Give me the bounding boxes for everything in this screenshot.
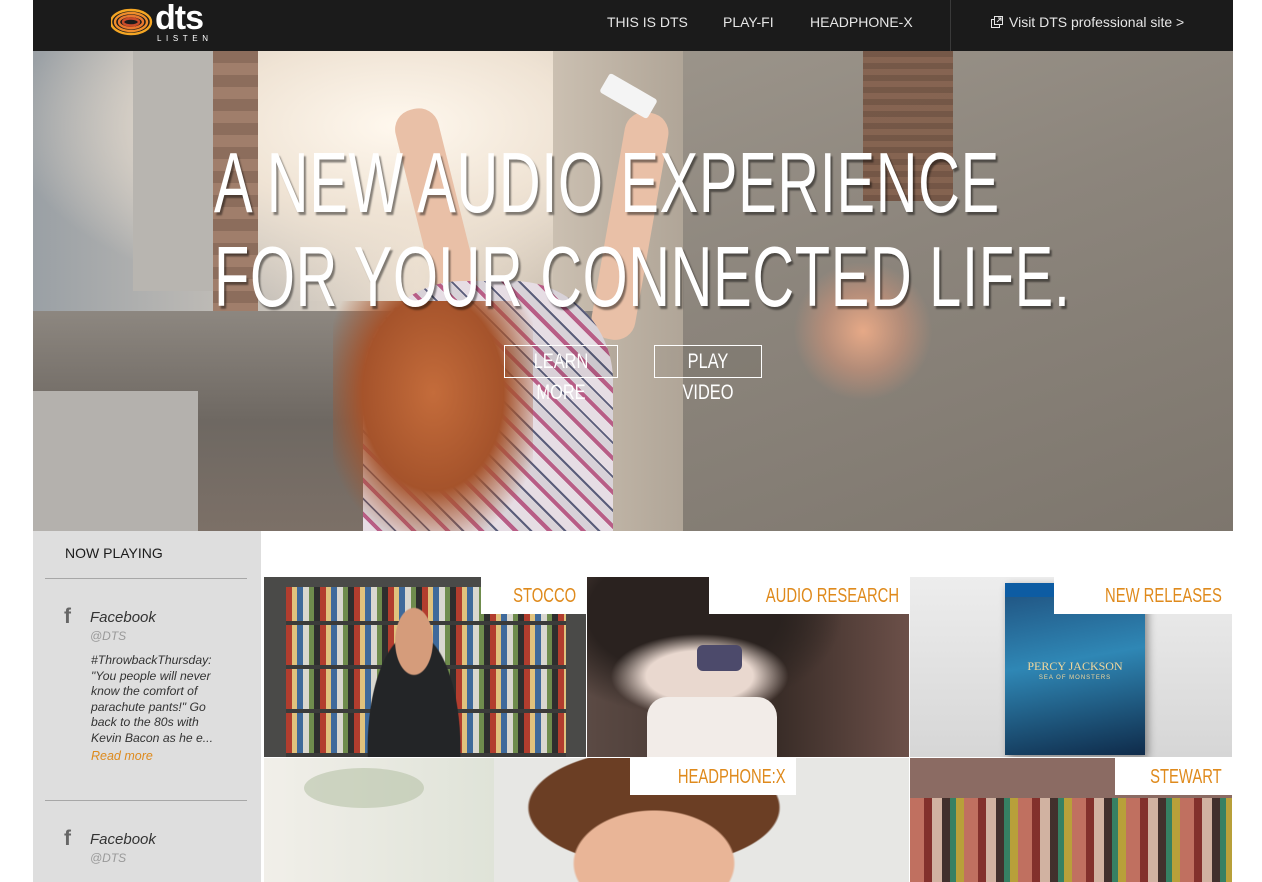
nav-item-label: PLAY-FI <box>723 14 774 30</box>
tile-label: HEADPHONE:X <box>630 758 796 795</box>
facebook-icon: f <box>64 827 71 850</box>
nav-item-headphone-x[interactable]: HEADPHONE-X <box>810 0 913 51</box>
post-handle: @DTS <box>90 851 127 865</box>
headset-image <box>697 645 742 671</box>
hero-headline: A NEW AUDIO EXPERIENCE FOR YOUR CONNECTE… <box>214 136 1071 325</box>
tile-label-text: AUDIO RESEARCH <box>765 585 899 607</box>
tile-audio-research[interactable]: AUDIO RESEARCH <box>587 577 909 757</box>
tile-label: NEW RELEASES <box>1054 577 1232 614</box>
learn-more-button[interactable]: LEARN MORE <box>504 345 618 404</box>
learn-more-label: LEARN MORE <box>533 350 589 404</box>
hero-phone <box>599 72 658 120</box>
nav-item-label: HEADPHONE-X <box>810 14 913 30</box>
nav-item-label: THIS IS DTS <box>607 14 688 30</box>
cover-title: PERCY JACKSON <box>1027 659 1123 673</box>
hero-woman-hair <box>333 301 533 531</box>
dts-logo-stripes-icon <box>111 8 153 36</box>
research-person-shirt <box>647 697 777 757</box>
hero-headline-line-2: FOR YOUR CONNECTED LIFE. <box>214 230 1071 325</box>
logo-wordmark: dts <box>155 0 204 37</box>
post-body: #ThrowbackThursday: "You people will nev… <box>91 653 213 745</box>
tile-label: AUDIO RESEARCH <box>708 577 909 614</box>
now-playing-sidebar: NOW PLAYING f Facebook @DTS #ThrowbackTh… <box>33 531 261 882</box>
tile-label-text: HEADPHONE:X <box>678 766 786 788</box>
sidebar-divider <box>45 800 247 801</box>
tile-stocco[interactable]: STOCCO <box>264 577 586 757</box>
sidebar-divider <box>45 578 247 579</box>
cover-subtitle: SEA OF MONSTERS <box>1038 675 1112 681</box>
hero-rooftop-box <box>33 391 198 531</box>
top-navigation-bar: dts LISTEN THIS IS DTS PLAY-FI HEADPHONE… <box>33 0 1233 51</box>
external-link-icon <box>991 16 1003 28</box>
hero-banner: A NEW AUDIO EXPERIENCE FOR YOUR CONNECTE… <box>33 51 1233 531</box>
tile-label-text: STEWART <box>1150 766 1222 788</box>
logo-tagline: LISTEN <box>157 34 213 43</box>
post-source: Facebook <box>90 831 156 848</box>
professional-site-label: Visit DTS professional site > <box>1009 14 1185 30</box>
play-video-label: PLAY VIDEO <box>682 350 734 404</box>
facebook-icon: f <box>64 605 71 628</box>
palm-leaf-image <box>304 768 424 808</box>
tile-label: STEWART <box>1115 758 1232 795</box>
presenter-image <box>349 587 479 757</box>
hero-headline-line-1: A NEW AUDIO EXPERIENCE <box>214 136 1000 231</box>
now-playing-title: NOW PLAYING <box>65 545 163 561</box>
tile-headphone-x[interactable]: HEADPHONE:X <box>264 758 909 882</box>
nav-item-play-fi[interactable]: PLAY-FI <box>723 0 774 51</box>
tile-label: STOCCO <box>480 577 586 614</box>
play-video-button[interactable]: PLAY VIDEO <box>654 345 762 404</box>
read-more-link[interactable]: Read more <box>91 749 153 763</box>
professional-site-link[interactable]: Visit DTS professional site > <box>991 0 1184 51</box>
tile-stewart[interactable]: STEWART <box>910 758 1232 882</box>
nav-item-this-is-dts[interactable]: THIS IS DTS <box>607 0 688 51</box>
tile-label-text: NEW RELEASES <box>1105 585 1222 607</box>
tile-new-releases[interactable]: PERCY JACKSON SEA OF MONSTERS NEW RELEAS… <box>910 577 1232 757</box>
dts-logo[interactable]: dts LISTEN <box>111 0 221 45</box>
post-handle: @DTS <box>90 629 127 643</box>
post-source: Facebook <box>90 609 156 626</box>
nav-divider <box>950 0 951 51</box>
tile-label-text: STOCCO <box>512 585 576 607</box>
